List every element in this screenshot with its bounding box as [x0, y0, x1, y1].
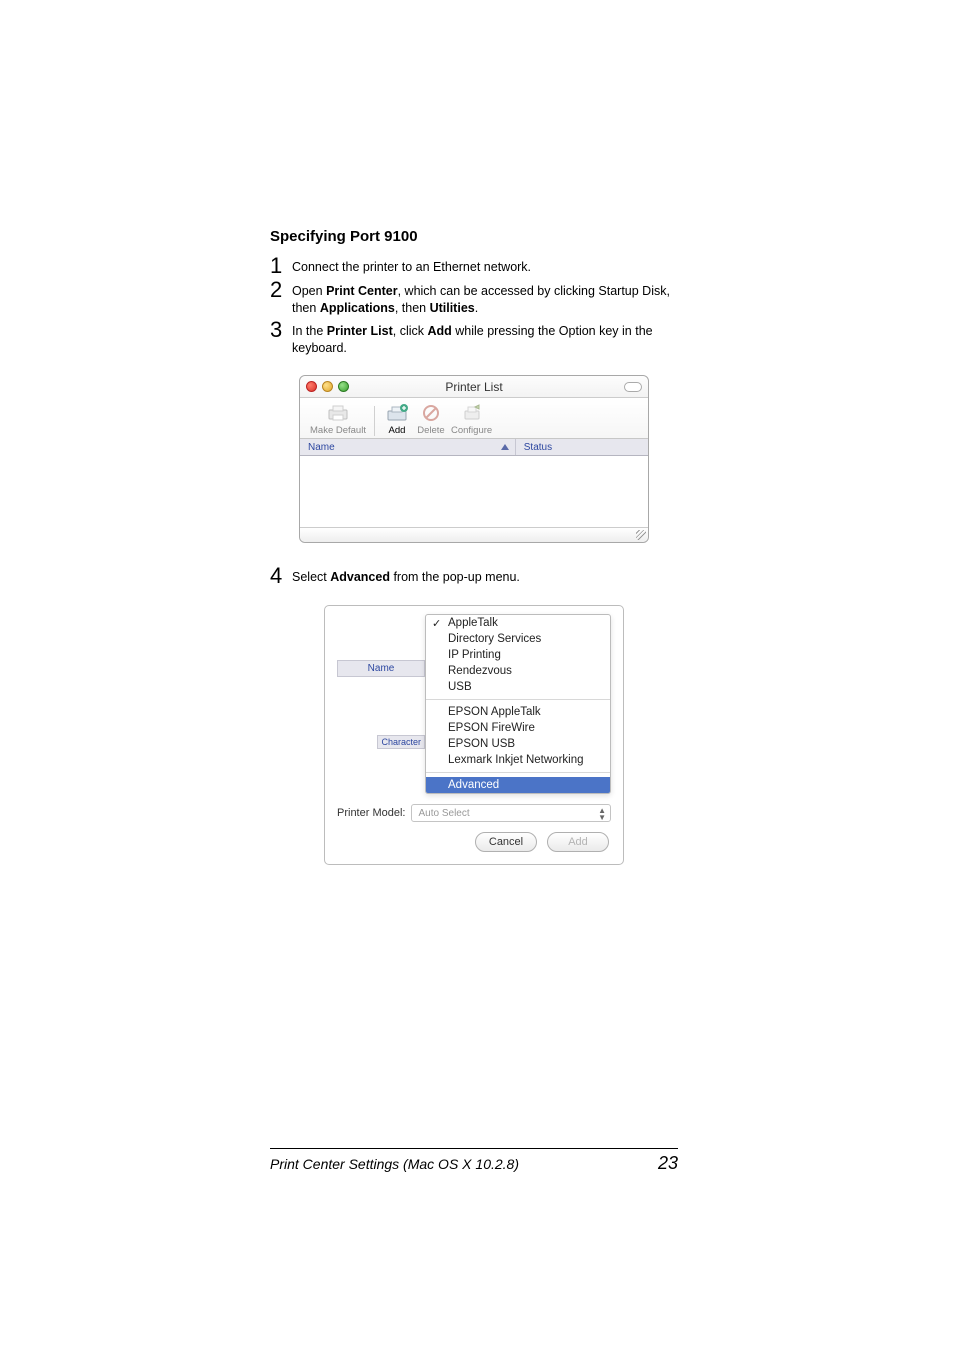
column-name[interactable]: Name — [300, 439, 516, 455]
step-number: 3 — [270, 319, 292, 341]
character-label: Character — [377, 735, 425, 749]
printer-model-select[interactable]: Auto Select ▲▼ — [411, 804, 611, 822]
menu-item-appletalk[interactable]: AppleTalk — [426, 615, 610, 631]
section-heading: Specifying Port 9100 — [270, 228, 678, 245]
resize-handle-icon[interactable] — [636, 530, 646, 540]
connection-type-menu: AppleTalk Directory Services IP Printing… — [425, 614, 611, 794]
add-button[interactable]: Add — [547, 832, 609, 852]
menu-item-epson-appletalk[interactable]: EPSON AppleTalk — [426, 704, 610, 720]
document-page: Specifying Port 9100 1 Connect the print… — [0, 0, 954, 1350]
step-text: In the Printer List, click Add while pre… — [292, 319, 678, 357]
toolbar-label: Configure — [451, 425, 492, 436]
step-3: 3 In the Printer List, click Add while p… — [270, 319, 678, 357]
toolbar-label: Make Default — [310, 425, 366, 436]
step-list: 1 Connect the printer to an Ethernet net… — [270, 255, 678, 357]
printer-list-window: Printer List Make Default Add — [299, 375, 649, 543]
sheet-left-column: Name Character — [337, 614, 425, 749]
step-4: 4 Select Advanced from the pop-up menu. — [270, 565, 678, 587]
window-footer — [300, 528, 648, 542]
toolbar-label: Add — [389, 425, 406, 436]
toolbar: Make Default Add Delete — [300, 398, 648, 439]
add-button[interactable]: Add — [383, 402, 411, 436]
menu-divider — [426, 772, 610, 773]
page-footer: Print Center Settings (Mac OS X 10.2.8) … — [270, 1148, 678, 1174]
page-number: 23 — [658, 1153, 678, 1174]
printer-icon — [324, 402, 352, 424]
figure-1: Printer List Make Default Add — [270, 375, 678, 543]
name-column-header[interactable]: Name — [337, 660, 425, 677]
step-2: 2 Open Print Center, which can be access… — [270, 279, 678, 317]
step-number: 1 — [270, 255, 292, 277]
delete-icon — [417, 402, 445, 424]
make-default-button[interactable]: Make Default — [310, 402, 366, 436]
menu-item-epson-usb[interactable]: EPSON USB — [426, 736, 610, 752]
menu-item-ip-printing[interactable]: IP Printing — [426, 647, 610, 663]
toolbar-label: Delete — [417, 425, 444, 436]
step-1: 1 Connect the printer to an Ethernet net… — [270, 255, 678, 277]
cancel-button[interactable]: Cancel — [475, 832, 537, 852]
step-number: 4 — [270, 565, 292, 587]
footer-title: Print Center Settings (Mac OS X 10.2.8) — [270, 1156, 519, 1172]
step-number: 2 — [270, 279, 292, 301]
sort-indicator-icon — [501, 444, 509, 450]
table-header: Name Status — [300, 439, 648, 456]
delete-button[interactable]: Delete — [417, 402, 445, 436]
configure-button[interactable]: Configure — [451, 402, 492, 436]
menu-item-directory-services[interactable]: Directory Services — [426, 631, 610, 647]
step-text: Open Print Center, which can be accessed… — [292, 279, 678, 317]
add-printer-sheet: Name Character AppleTalk Directory Servi… — [324, 605, 624, 865]
menu-divider — [426, 699, 610, 700]
printer-model-label: Printer Model: — [337, 807, 405, 819]
configure-icon — [458, 402, 486, 424]
menu-item-advanced[interactable]: Advanced — [426, 777, 610, 793]
step-list-2: 4 Select Advanced from the pop-up menu. — [270, 565, 678, 587]
menu-item-lexmark[interactable]: Lexmark Inkjet Networking — [426, 752, 610, 768]
step-text: Select Advanced from the pop-up menu. — [292, 565, 678, 586]
figure-2: Name Character AppleTalk Directory Servi… — [270, 605, 678, 865]
window-titlebar: Printer List — [300, 376, 648, 398]
menu-item-epson-firewire[interactable]: EPSON FireWire — [426, 720, 610, 736]
table-body — [300, 456, 648, 528]
footer-rule — [270, 1148, 678, 1149]
stepper-arrows-icon: ▲▼ — [598, 807, 606, 821]
button-row: Cancel Add — [325, 822, 623, 852]
toolbar-separator — [374, 406, 375, 436]
column-status[interactable]: Status — [516, 442, 648, 453]
printer-model-row: Printer Model: Auto Select ▲▼ — [325, 798, 623, 822]
window-title: Printer List — [300, 380, 648, 394]
printer-add-icon — [383, 402, 411, 424]
step-text: Connect the printer to an Ethernet netwo… — [292, 255, 678, 276]
menu-item-usb[interactable]: USB — [426, 679, 610, 695]
menu-item-rendezvous[interactable]: Rendezvous — [426, 663, 610, 679]
